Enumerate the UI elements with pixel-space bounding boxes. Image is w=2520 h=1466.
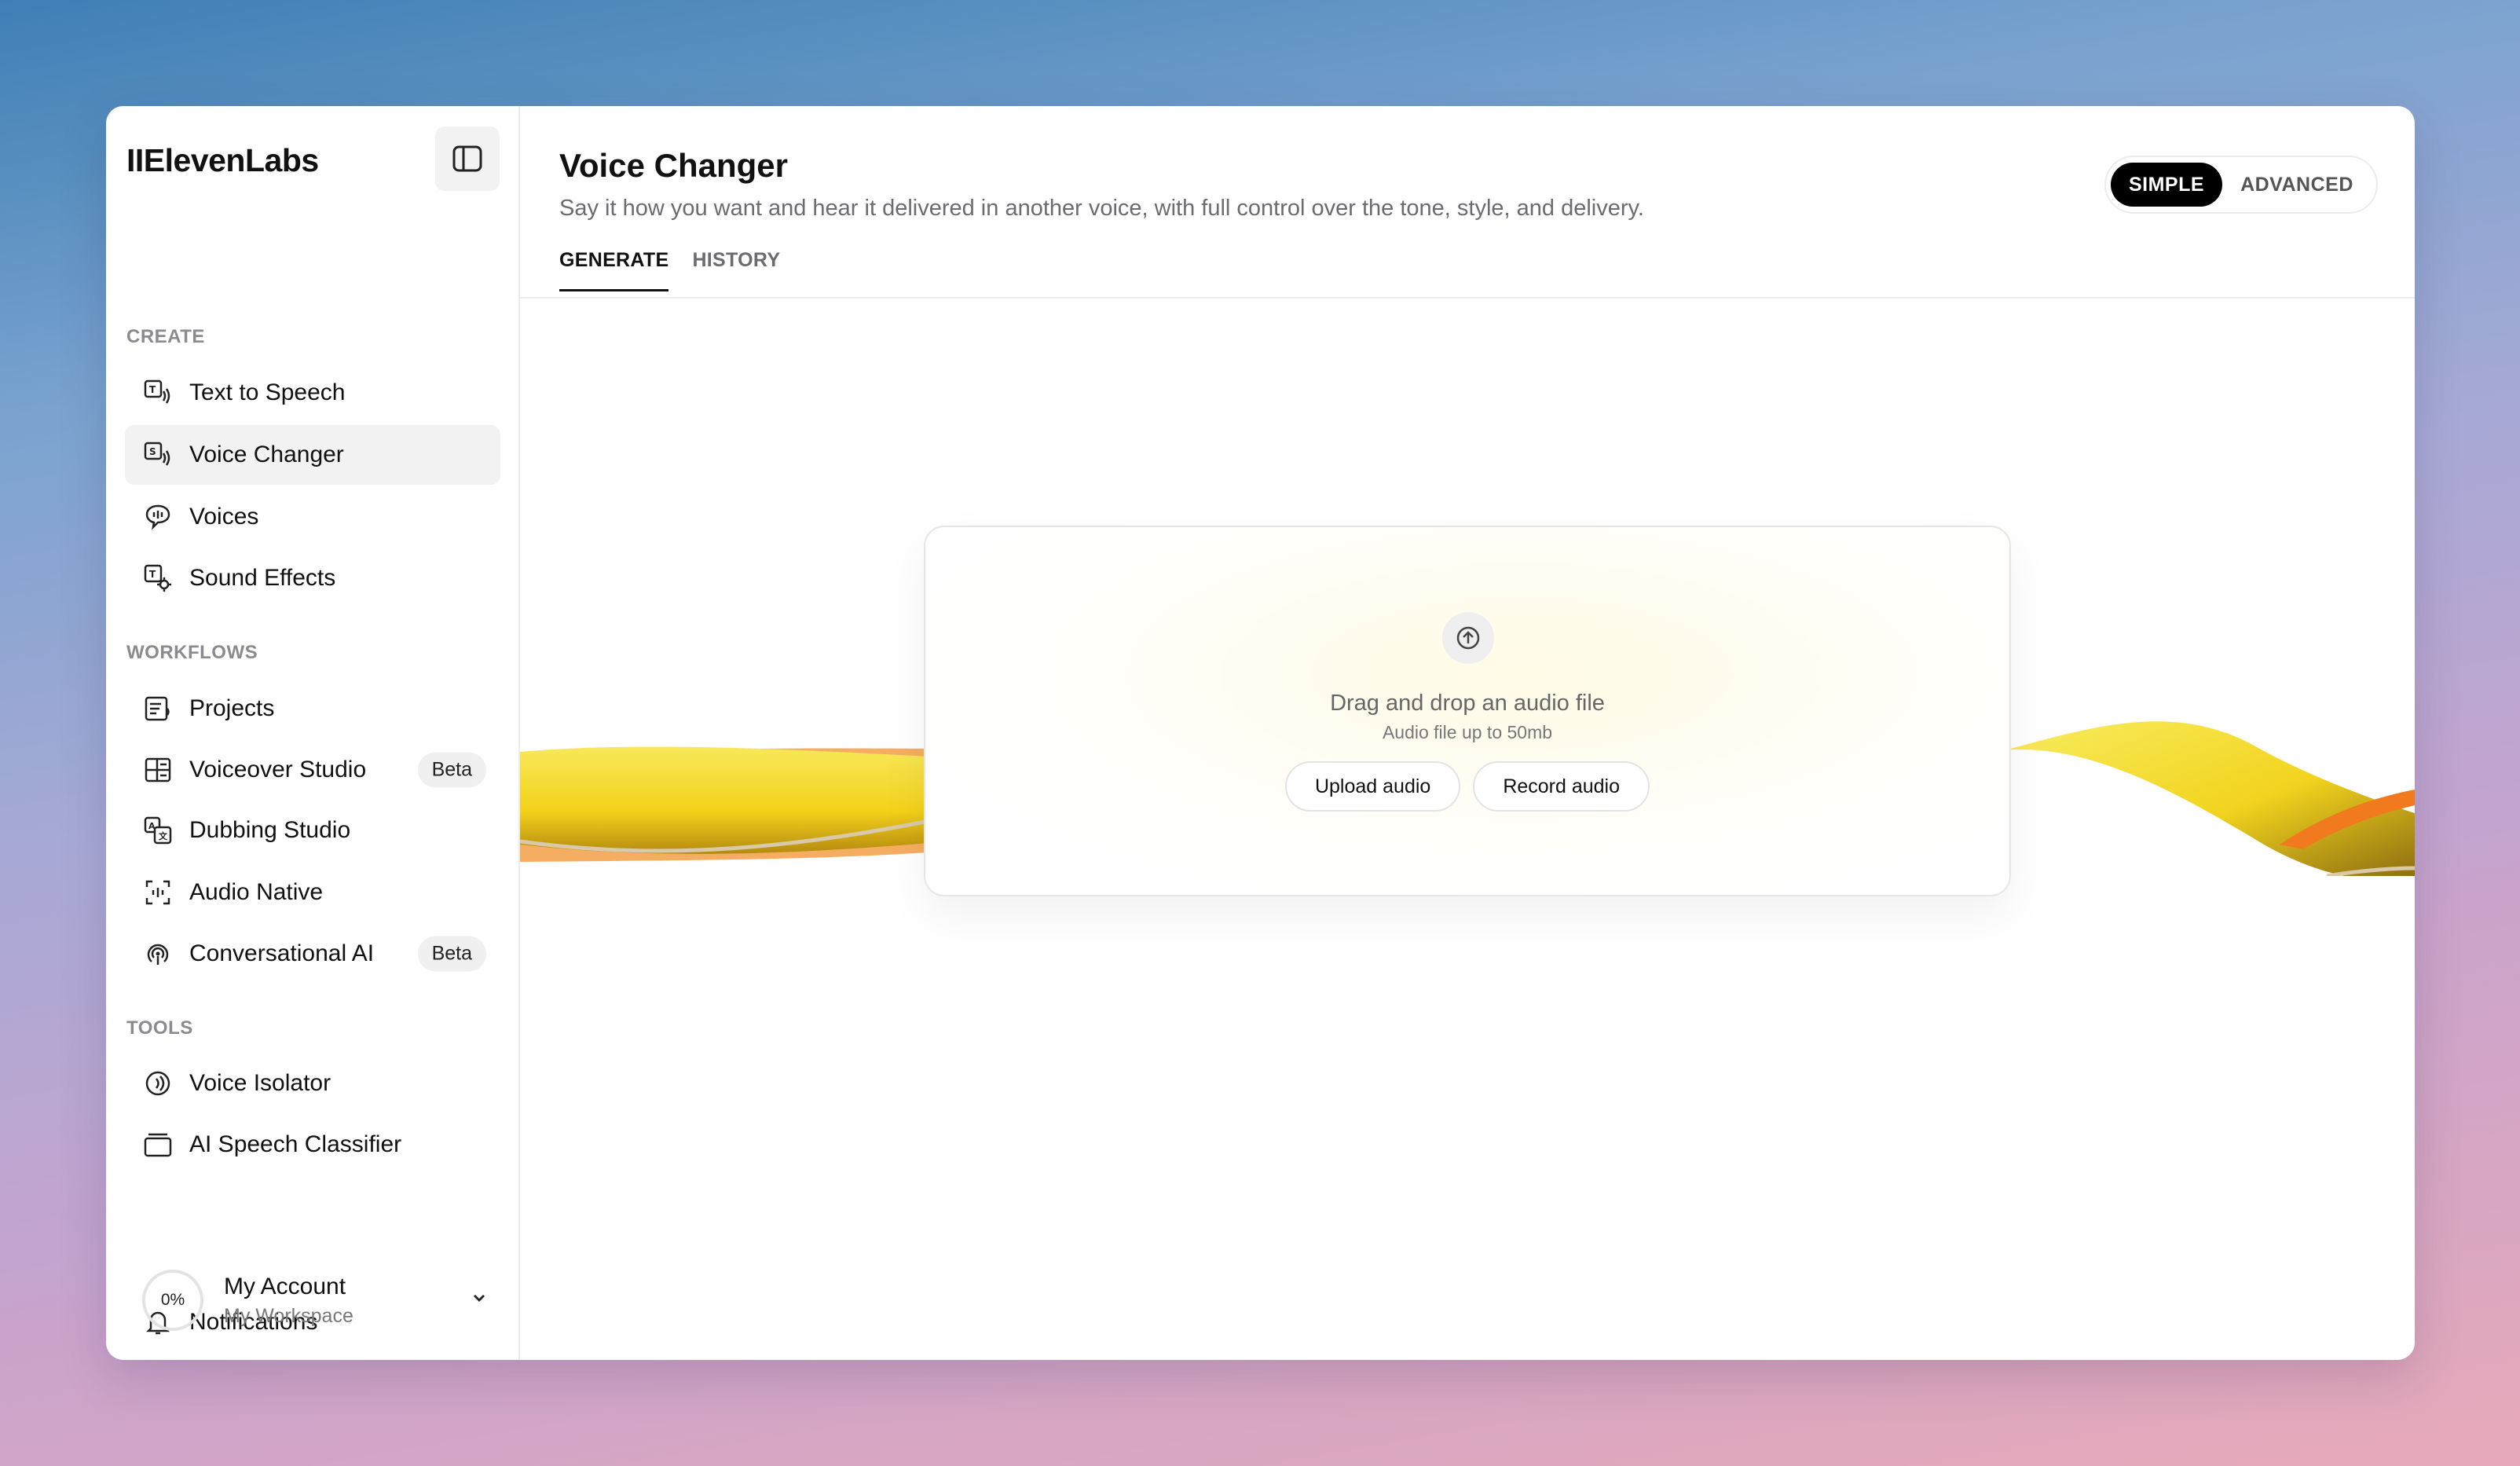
sound-effects-icon: T: [142, 563, 174, 594]
sidebar-item-audio-native[interactable]: Audio Native: [125, 863, 500, 922]
beta-badge: Beta: [417, 752, 486, 788]
page-title: Voice Changer: [559, 147, 788, 184]
voices-icon: [142, 501, 174, 533]
sidebar-item-voiceover-studio[interactable]: Voiceover Studio Beta: [125, 740, 500, 800]
sidebar-item-label: Sound Effects: [189, 565, 336, 591]
mode-simple-button[interactable]: SIMPLE: [2111, 163, 2222, 207]
sidebar-item-label: Dubbing Studio: [189, 817, 351, 843]
section-label-create: CREATE: [126, 326, 205, 347]
sidebar-item-text-to-speech[interactable]: T Text to Speech: [125, 363, 500, 423]
collapse-sidebar-button[interactable]: [435, 126, 500, 191]
sidebar-item-label: Voices: [189, 504, 259, 530]
voice-changer-icon: S: [142, 439, 174, 471]
section-label-workflows: WORKFLOWS: [126, 642, 258, 663]
dubbing-studio-icon: A文: [142, 815, 174, 846]
section-label-tools: TOOLS: [126, 1017, 193, 1039]
sidebar-item-label: Text to Speech: [189, 379, 346, 405]
tab-history[interactable]: HISTORY: [692, 249, 780, 291]
tab-generate[interactable]: GENERATE: [559, 249, 669, 291]
upload-icon: [1442, 612, 1494, 664]
beta-badge: Beta: [417, 936, 486, 972]
page-subtitle: Say it how you want and hear it delivere…: [559, 196, 1644, 221]
dropzone-subtitle: Audio file up to 50mb: [1382, 722, 1553, 742]
sidebar-item-conversational-ai[interactable]: Conversational AI Beta: [125, 924, 500, 984]
usage-progress-ring: 0%: [142, 1270, 203, 1331]
tab-divider: [520, 297, 2415, 299]
account-menu[interactable]: 0% My Account My Workspace: [142, 1267, 488, 1333]
sidebar-item-dubbing-studio[interactable]: A文 Dubbing Studio: [125, 801, 500, 860]
account-info: My Account My Workspace: [224, 1274, 353, 1328]
sidebar-toggle-icon: [452, 145, 482, 172]
voiceover-studio-icon: [142, 754, 174, 786]
svg-text:T: T: [149, 569, 156, 580]
svg-text:T: T: [149, 384, 156, 395]
sidebar-item-ai-speech-classifier[interactable]: AI Speech Classifier: [125, 1115, 500, 1175]
ai-speech-classifier-icon: [142, 1129, 174, 1160]
sidebar-item-voice-isolator[interactable]: Voice Isolator: [125, 1054, 500, 1113]
sidebar-item-sound-effects[interactable]: T Sound Effects: [125, 548, 500, 608]
sidebar-item-label: Voice Isolator: [189, 1070, 331, 1096]
sidebar-item-label: Projects: [189, 695, 275, 721]
text-to-speech-icon: T: [142, 377, 174, 409]
voice-isolator-icon: [142, 1068, 174, 1099]
workspace-name: My Workspace: [224, 1304, 353, 1327]
conversational-ai-icon: [142, 938, 174, 969]
app-logo[interactable]: IIElevenLabs: [126, 142, 319, 179]
upload-audio-button[interactable]: Upload audio: [1284, 761, 1461, 812]
audio-native-icon: [142, 877, 174, 908]
sidebar-item-label: Voice Changer: [189, 442, 344, 467]
account-name: My Account: [224, 1273, 346, 1299]
sidebar-item-voice-changer[interactable]: S Voice Changer: [125, 425, 500, 485]
projects-icon: [142, 693, 174, 724]
sidebar-item-projects[interactable]: Projects: [125, 679, 500, 738]
record-audio-button[interactable]: Record audio: [1473, 761, 1650, 812]
main-content: Voice Changer Say it how you want and he…: [520, 106, 2415, 1360]
audio-dropzone[interactable]: Drag and drop an audio file Audio file u…: [924, 526, 2011, 896]
sidebar-item-voices[interactable]: Voices: [125, 487, 500, 547]
sidebar-item-label: Conversational AI: [189, 940, 375, 966]
sidebar-item-label: Voiceover Studio: [189, 757, 367, 782]
sidebar-item-label: AI Speech Classifier: [189, 1131, 402, 1157]
sidebar-item-label: Audio Native: [189, 879, 324, 905]
tab-bar: GENERATE HISTORY: [559, 249, 780, 291]
sidebar: IIElevenLabs CREATE T Text to Speech S V…: [106, 106, 520, 1360]
chevron-down-icon[interactable]: [471, 1289, 488, 1310]
dropzone-actions: Upload audio Record audio: [925, 761, 2009, 812]
svg-text:S: S: [149, 446, 156, 457]
app-window: IIElevenLabs CREATE T Text to Speech S V…: [106, 106, 2415, 1360]
mode-toggle[interactable]: SIMPLE ADVANCED: [2104, 156, 2378, 214]
mode-advanced-button[interactable]: ADVANCED: [2222, 163, 2372, 207]
dropzone-title: Drag and drop an audio file: [1330, 691, 1605, 716]
svg-text:文: 文: [159, 830, 168, 841]
